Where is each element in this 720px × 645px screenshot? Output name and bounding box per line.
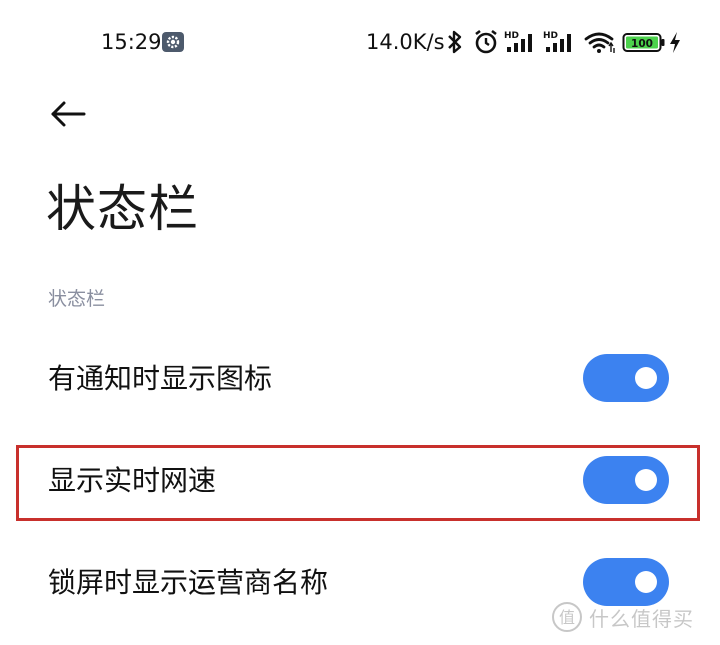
- status-bar: 15:29 14.0K/s HD HD 100: [0, 0, 720, 86]
- alarm-icon: [472, 28, 500, 60]
- toggle-knob: [635, 367, 657, 389]
- cellular-signal-icon: HD: [543, 28, 577, 60]
- watermark-text: 什么值得买: [589, 606, 694, 631]
- back-button[interactable]: [46, 96, 90, 132]
- setting-row-notification-icons[interactable]: 有通知时显示图标: [0, 339, 720, 419]
- setting-label: 有通知时显示图标: [48, 362, 273, 395]
- status-time: 15:29: [101, 30, 162, 54]
- wifi-icon: [583, 28, 617, 60]
- svg-text:值: 值: [559, 608, 575, 627]
- notification-icons-toggle[interactable]: [583, 354, 669, 402]
- battery-level: 100: [631, 38, 653, 50]
- toggle-knob: [635, 469, 657, 491]
- battery-icon: 100: [622, 28, 666, 60]
- network-speed: 14.0K/s: [366, 30, 445, 54]
- carrier-name-toggle[interactable]: [583, 558, 669, 606]
- settings-gear-icon: [162, 32, 184, 52]
- setting-label: 显示实时网速: [48, 464, 217, 497]
- signal-badge-2: HD: [543, 31, 558, 41]
- toggle-knob: [635, 571, 657, 593]
- watermark: 值 什么值得买: [551, 600, 694, 634]
- network-speed-toggle[interactable]: [583, 456, 669, 504]
- bluetooth-icon: [445, 28, 465, 60]
- watermark-logo-icon: 值: [552, 602, 582, 632]
- setting-label: 锁屏时显示运营商名称: [48, 566, 329, 599]
- cellular-signal-icon: HD: [504, 28, 538, 60]
- setting-row-network-speed[interactable]: 显示实时网速: [0, 441, 720, 521]
- page-title: 状态栏: [46, 180, 199, 238]
- section-header: 状态栏: [48, 288, 106, 310]
- signal-badge-1: HD: [504, 31, 519, 41]
- charging-icon: [667, 28, 683, 60]
